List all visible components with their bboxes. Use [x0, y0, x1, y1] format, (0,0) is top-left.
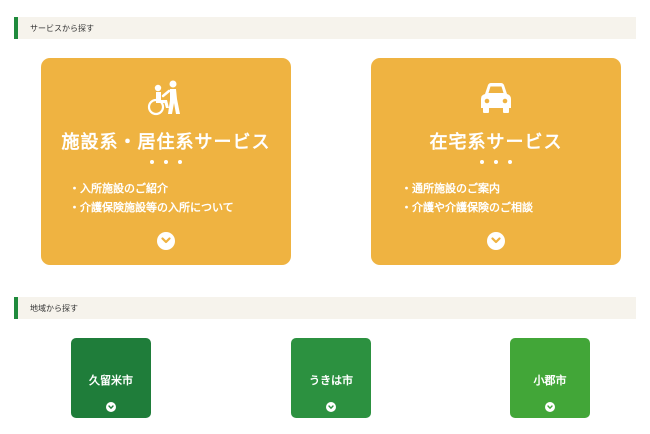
regions-section-title: 地域から探す [30, 303, 78, 313]
dot [494, 160, 498, 164]
page: サービスから探す 施設系・居住系サービス 入所施設のご紹介 介護保 [0, 0, 650, 434]
facility-services-card[interactable]: 施設系・居住系サービス 入所施設のご紹介 介護保険施設等の入所について [41, 58, 291, 265]
home-services-title: 在宅系サービス [429, 132, 563, 153]
decorative-dots [41, 160, 291, 164]
regions-section-header: 地域から探す [14, 297, 636, 319]
facility-services-list: 入所施設のご紹介 介護保険施設等の入所について [41, 179, 291, 217]
region-card-ogori[interactable]: 小郡市 [510, 338, 590, 418]
services-section-header: サービスから探す [14, 17, 636, 39]
dot [508, 160, 512, 164]
car-icon [371, 80, 621, 116]
services-section-title: サービスから探す [30, 23, 94, 33]
chevron-down-icon[interactable] [157, 232, 175, 250]
region-name: 久留米市 [89, 374, 133, 387]
wheelchair-caregiver-icon [41, 80, 291, 116]
region-card-kurume[interactable]: 久留米市 [71, 338, 151, 418]
service-item-care-consultation[interactable]: 介護や介護保険のご相談 [371, 198, 621, 217]
dot [150, 160, 154, 164]
home-services-card[interactable]: 在宅系サービス 通所施設のご案内 介護や介護保険のご相談 [371, 58, 621, 265]
facility-services-title: 施設系・居住系サービス [61, 132, 271, 153]
dot [480, 160, 484, 164]
service-item-day-facilities[interactable]: 通所施設のご案内 [371, 179, 621, 198]
region-card-ukiha[interactable]: うきは市 [291, 338, 371, 418]
chevron-down-icon [545, 402, 555, 412]
service-item-facility-admission[interactable]: 介護保険施設等の入所について [41, 198, 291, 217]
dot [178, 160, 182, 164]
home-services-list: 通所施設のご案内 介護や介護保険のご相談 [371, 179, 621, 217]
chevron-down-icon[interactable] [487, 232, 505, 250]
region-name: うきは市 [309, 374, 353, 387]
chevron-down-icon [326, 402, 336, 412]
dot [164, 160, 168, 164]
service-item-facility-introduction[interactable]: 入所施設のご紹介 [41, 179, 291, 198]
chevron-down-icon [106, 402, 116, 412]
decorative-dots [371, 160, 621, 164]
region-name: 小郡市 [533, 374, 567, 387]
